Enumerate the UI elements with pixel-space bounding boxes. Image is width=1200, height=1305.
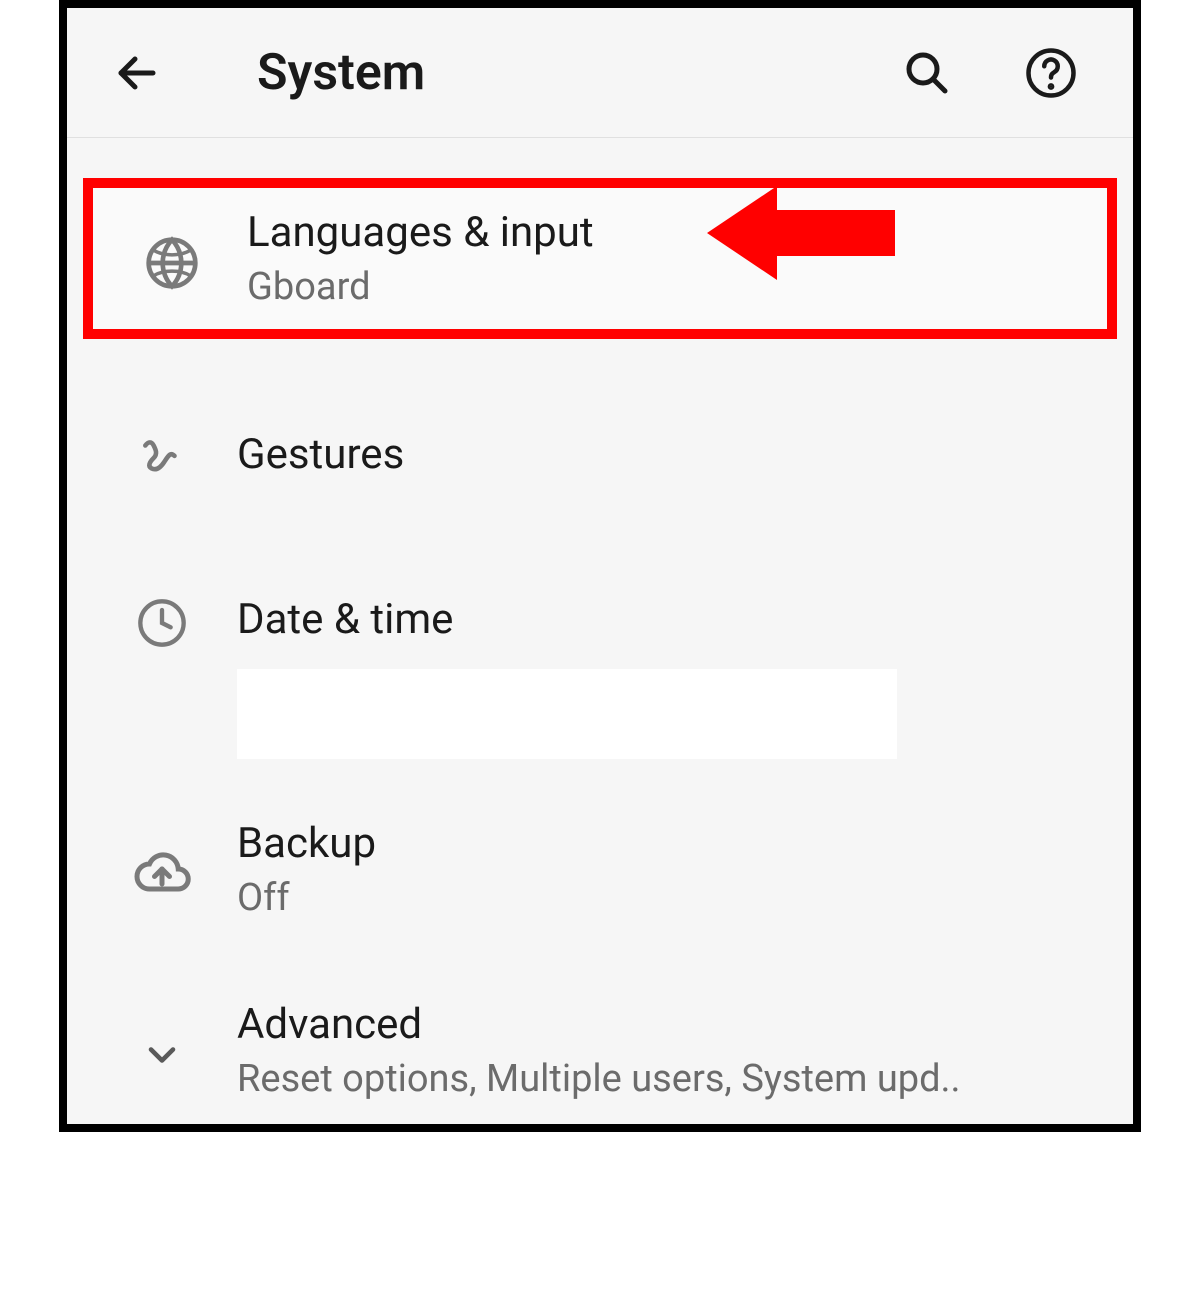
- help-icon: [1024, 46, 1078, 100]
- search-button[interactable]: [895, 41, 959, 105]
- page-title: System: [257, 44, 865, 102]
- gesture-icon: [137, 433, 187, 483]
- cloud-upload-icon: [132, 849, 192, 899]
- row-icon-container: [87, 589, 237, 649]
- chevron-down-icon: [140, 1033, 184, 1077]
- setting-title: Gestures: [237, 430, 1113, 479]
- setting-row-gestures[interactable]: Gestures: [67, 379, 1133, 529]
- setting-subtitle: Off: [237, 876, 1113, 920]
- settings-list: Languages & input Gboard Gestures: [67, 138, 1133, 1132]
- blank-area: [237, 669, 897, 759]
- clock-icon: [136, 597, 188, 649]
- app-bar: System: [67, 8, 1133, 138]
- help-button[interactable]: [1019, 41, 1083, 105]
- back-button[interactable]: [107, 43, 167, 103]
- settings-screen: System: [59, 0, 1141, 1132]
- search-icon: [903, 49, 951, 97]
- globe-icon: [144, 235, 200, 291]
- setting-row-languages-input[interactable]: Languages & input Gboard: [83, 178, 1117, 339]
- row-icon-container: [87, 841, 237, 899]
- row-icon-container: [87, 425, 237, 483]
- setting-title: Languages & input: [247, 208, 1097, 257]
- row-text: Languages & input Gboard: [247, 208, 1097, 309]
- row-icon-container: [97, 227, 247, 291]
- row-icon-container: [87, 1025, 237, 1077]
- arrow-back-icon: [113, 49, 161, 97]
- setting-subtitle: Reset options, Multiple users, System up…: [237, 1057, 1113, 1101]
- setting-subtitle: Gboard: [247, 265, 1097, 309]
- setting-title: Date & time: [237, 595, 1113, 644]
- row-text: Date & time: [237, 595, 1113, 644]
- row-text: Gestures: [237, 430, 1113, 479]
- setting-row-date-time[interactable]: Date & time: [67, 529, 1133, 679]
- row-text: Backup Off: [237, 819, 1113, 920]
- setting-row-advanced[interactable]: Advanced Reset options, Multiple users, …: [67, 960, 1133, 1132]
- setting-row-backup[interactable]: Backup Off: [67, 779, 1133, 960]
- setting-title: Backup: [237, 819, 1113, 868]
- setting-title: Advanced: [237, 1000, 1113, 1049]
- row-text: Advanced Reset options, Multiple users, …: [237, 1000, 1113, 1101]
